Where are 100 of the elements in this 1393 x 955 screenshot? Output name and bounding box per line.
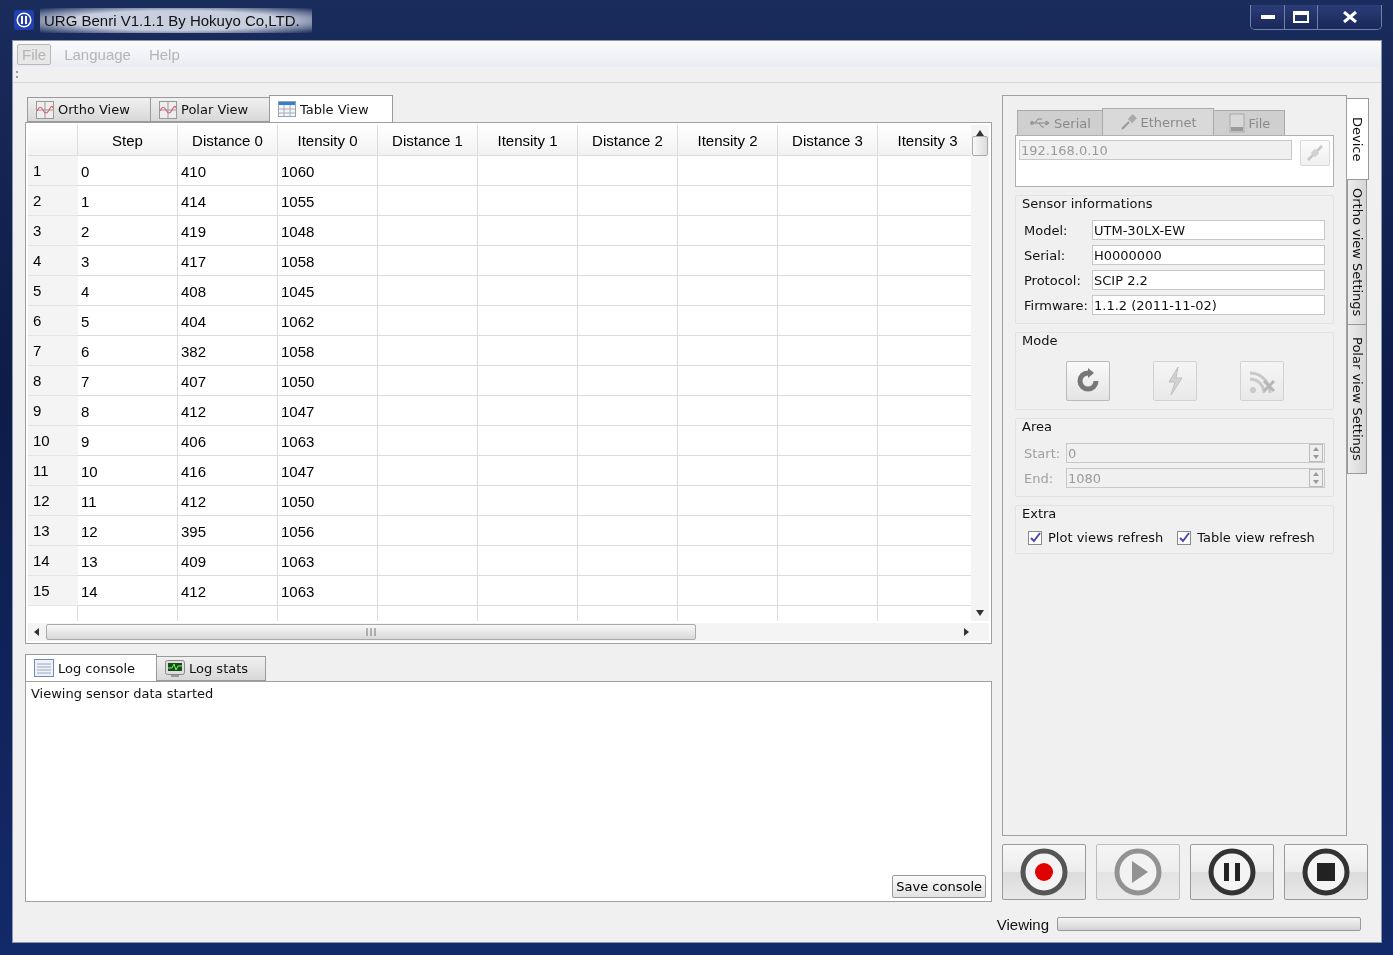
table-cell-text: 410 [180,161,208,182]
side-tab[interactable]: Polar view Settings [1347,324,1367,474]
maximize-button[interactable] [1284,5,1317,29]
column-header[interactable]: Itensity 0 [278,125,378,156]
table-cell-text: 6 [80,341,91,362]
column-header[interactable]: Distance 2 [578,125,678,156]
spin-arrows-icon[interactable] [1309,444,1323,462]
table-cell-text: 1047 [280,461,316,482]
row-header[interactable]: 9 [28,396,78,426]
field-label: Model: [1024,222,1069,238]
checkbox[interactable] [1028,530,1042,545]
group-title: Extra [1022,506,1058,521]
log-tab[interactable]: Log console [25,654,157,681]
view-tab[interactable]: Polar View [150,97,270,122]
table-cell-text: 1047 [280,401,316,422]
row-header[interactable]: 7 [28,336,78,366]
info-field[interactable]: UTM-30LX-EW [1092,220,1325,240]
plug-icon [1306,144,1324,162]
table-cell-text: 1063 [280,581,316,602]
table-cell-text: 409 [180,551,208,572]
table-cell-text: 1050 [280,371,316,392]
column-header[interactable]: Distance 1 [378,125,478,156]
scroll-right-icon[interactable] [964,628,969,636]
table-cell-text: 1055 [280,191,316,212]
row-header[interactable]: 8 [28,366,78,396]
chart-icon [159,100,177,119]
table-cell-text: 1060 [280,161,316,182]
info-field[interactable]: SCIP 2.2 [1092,270,1325,290]
maximize-icon [1293,11,1309,23]
row-header[interactable]: 4 [28,246,78,276]
view-tab[interactable]: Ortho View [27,97,151,122]
row-header[interactable]: 3 [28,216,78,246]
table-cell-text: 1058 [280,341,316,362]
scrollbar-thumb[interactable] [972,136,988,156]
row-header[interactable]: 2 [28,186,78,216]
row-header[interactable]: 11 [28,456,78,486]
row-header[interactable]: 1 [28,156,78,186]
log-tab[interactable]: Log stats [156,656,266,681]
table-cell-text: 395 [180,521,208,542]
stop-icon [1302,848,1350,896]
play-icon [1114,848,1162,896]
row-header[interactable]: 15 [28,576,78,606]
column-header[interactable]: Itensity 1 [478,125,578,156]
row-header[interactable]: 6 [28,306,78,336]
row-header[interactable]: 10 [28,426,78,456]
column-header[interactable]: Itensity 2 [678,125,778,156]
file-icon [1227,113,1246,133]
spin-arrows-icon[interactable] [1309,469,1323,487]
table-cell-text: 0 [80,161,91,182]
app-icon [14,10,34,30]
table-cell-text: 404 [180,311,208,332]
row-header[interactable]: 5 [28,276,78,306]
column-header[interactable]: Distance 0 [178,125,278,156]
table-cell-text: 1048 [280,221,316,242]
mode-button[interactable] [1065,361,1110,401]
table-cell-text: 3 [80,251,91,272]
field-label: End: [1024,470,1055,486]
table-cell-text: 12 [80,521,99,542]
document-icon [34,659,54,677]
vertical-scrollbar[interactable] [971,125,989,621]
checkbox-option[interactable]: Table view refresh [1177,530,1315,545]
record-button[interactable] [1002,844,1086,900]
field-label: Protocol: [1024,272,1082,288]
table-cell-text: 10 [80,461,99,482]
table-cell-text: 416 [180,461,208,482]
pause-button[interactable] [1190,844,1274,900]
scrollbar-thumb[interactable] [46,624,696,640]
info-field[interactable]: 1.1.2 (2011-11-02) [1092,295,1325,315]
grip-icon [366,628,376,636]
info-field[interactable]: H0000000 [1092,245,1325,265]
field-label: Start: [1024,445,1062,461]
chart-icon [36,100,54,119]
column-header[interactable]: Step [78,125,178,156]
table-icon [278,101,296,117]
side-tab[interactable]: Device [1347,98,1369,180]
minimize-button[interactable] [1251,5,1284,29]
plug-icon [1119,113,1138,131]
stop-button[interactable] [1284,844,1368,900]
column-header[interactable]: Itensity 3 [878,125,971,156]
save-console-button[interactable]: Save console [892,875,986,898]
record-icon [1020,848,1068,896]
checkbox[interactable] [1177,530,1192,545]
table-cell-text: 412 [180,491,208,512]
checkbox-option[interactable]: Plot views refresh [1028,530,1164,545]
row-header[interactable]: 14 [28,546,78,576]
table-cell-text: 412 [180,581,208,602]
side-tab[interactable]: Ortho view Settings [1347,179,1367,325]
close-icon [1342,11,1357,23]
scroll-left-icon[interactable] [34,628,39,636]
row-header[interactable]: 12 [28,486,78,516]
view-tab[interactable]: Table View [269,95,393,122]
table-cell-text: 1045 [280,281,316,302]
close-button[interactable] [1317,5,1381,29]
table-cell-text: 11 [80,491,98,512]
horizontal-scrollbar[interactable] [28,623,989,641]
column-header[interactable]: Distance 3 [778,125,878,156]
scroll-down-icon[interactable] [976,610,984,616]
group-title: Area [1022,419,1053,434]
row-header[interactable]: 13 [28,516,78,546]
table-cell-text: 14 [80,581,99,602]
